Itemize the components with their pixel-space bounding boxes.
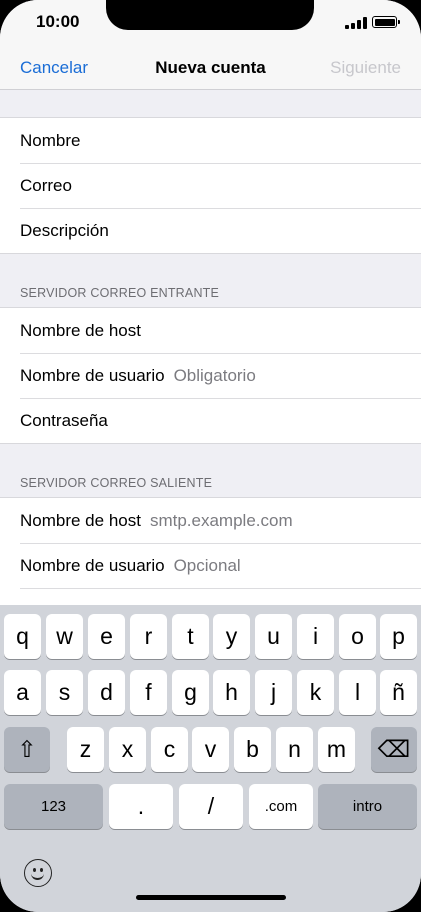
account-group: Nombre Correo Descripción xyxy=(0,117,421,254)
status-time: 10:00 xyxy=(36,12,80,31)
slash-key[interactable]: / xyxy=(179,784,243,829)
field-label: Nombre de usuario xyxy=(20,365,165,385)
key-y[interactable]: y xyxy=(213,614,250,659)
name-field[interactable]: Nombre xyxy=(0,118,421,163)
numbers-key[interactable]: 123 xyxy=(4,784,103,829)
divider xyxy=(0,89,421,90)
signal-icon xyxy=(345,17,367,29)
key-k[interactable]: k xyxy=(297,670,334,715)
key-a[interactable]: a xyxy=(4,670,41,715)
navigation-bar: 10:00 Cancelar Nueva cuenta Siguiente xyxy=(0,0,421,90)
field-placeholder: Opcional xyxy=(173,555,241,575)
incoming-username-field[interactable]: Nombre de usuario Obligatorio xyxy=(0,353,421,398)
shift-key[interactable]: ⇧ xyxy=(4,727,50,772)
key-r[interactable]: r xyxy=(130,614,167,659)
key-l[interactable]: l xyxy=(339,670,376,715)
field-label: Nombre de usuario xyxy=(20,555,165,575)
field-label: Nombre xyxy=(20,130,81,150)
key-s[interactable]: s xyxy=(46,670,83,715)
emoji-icon[interactable] xyxy=(24,859,52,887)
key-h[interactable]: h xyxy=(213,670,250,715)
next-button[interactable]: Siguiente xyxy=(330,58,401,78)
key-z[interactable]: z xyxy=(67,727,104,772)
delete-key[interactable]: ⌫ xyxy=(371,727,417,772)
return-key[interactable]: intro xyxy=(318,784,417,829)
key-t[interactable]: t xyxy=(172,614,209,659)
keyboard: q w e r t y u i o p a s d f g h j k l ñ … xyxy=(0,605,421,912)
incoming-server-group: Nombre de host Nombre de usuario Obligat… xyxy=(0,307,421,444)
incoming-host-field[interactable]: Nombre de host xyxy=(0,308,421,353)
field-placeholder: smtp.example.com xyxy=(149,510,293,530)
field-placeholder: Obligatorio xyxy=(173,365,256,385)
key-q[interactable]: q xyxy=(4,614,41,659)
battery-icon xyxy=(372,16,400,28)
key-w[interactable]: w xyxy=(46,614,83,659)
dotcom-key[interactable]: .com xyxy=(249,784,313,829)
key-p[interactable]: p xyxy=(380,614,417,659)
outgoing-username-field[interactable]: Nombre de usuario Opcional xyxy=(0,543,421,588)
home-indicator[interactable] xyxy=(136,895,286,900)
key-f[interactable]: f xyxy=(130,670,167,715)
cancel-button[interactable]: Cancelar xyxy=(20,58,88,78)
key-e[interactable]: e xyxy=(88,614,125,659)
key-u[interactable]: u xyxy=(255,614,292,659)
shift-icon: ⇧ xyxy=(17,736,37,762)
email-field[interactable]: Correo xyxy=(0,163,421,208)
key-v[interactable]: v xyxy=(192,727,229,772)
dot-key[interactable]: . xyxy=(109,784,173,829)
key-i[interactable]: i xyxy=(297,614,334,659)
key-x[interactable]: x xyxy=(109,727,146,772)
key-enye[interactable]: ñ xyxy=(380,670,417,715)
delete-icon: ⌫ xyxy=(377,736,411,762)
key-m[interactable]: m xyxy=(318,727,355,772)
outgoing-host-field[interactable]: Nombre de host smtp.example.com xyxy=(0,498,421,543)
key-g[interactable]: g xyxy=(172,670,209,715)
field-label: Nombre de host xyxy=(20,320,141,340)
field-label: Nombre de host xyxy=(20,510,141,530)
description-field[interactable]: Descripción xyxy=(0,208,421,253)
key-o[interactable]: o xyxy=(339,614,376,659)
device-notch xyxy=(106,0,314,30)
outgoing-server-header: SERVIDOR CORREO SALIENTE xyxy=(20,476,213,490)
field-label: Contraseña xyxy=(20,410,108,430)
key-n[interactable]: n xyxy=(276,727,313,772)
key-c[interactable]: c xyxy=(151,727,188,772)
incoming-server-header: SERVIDOR CORREO ENTRANTE xyxy=(20,286,220,300)
field-label: Correo xyxy=(20,175,72,195)
key-b[interactable]: b xyxy=(234,727,271,772)
key-d[interactable]: d xyxy=(88,670,125,715)
key-j[interactable]: j xyxy=(255,670,292,715)
field-label: Descripción xyxy=(20,220,109,240)
incoming-password-field[interactable]: Contraseña xyxy=(0,398,421,443)
phone-screen: 10:00 Cancelar Nueva cuenta Siguiente No… xyxy=(0,0,421,912)
